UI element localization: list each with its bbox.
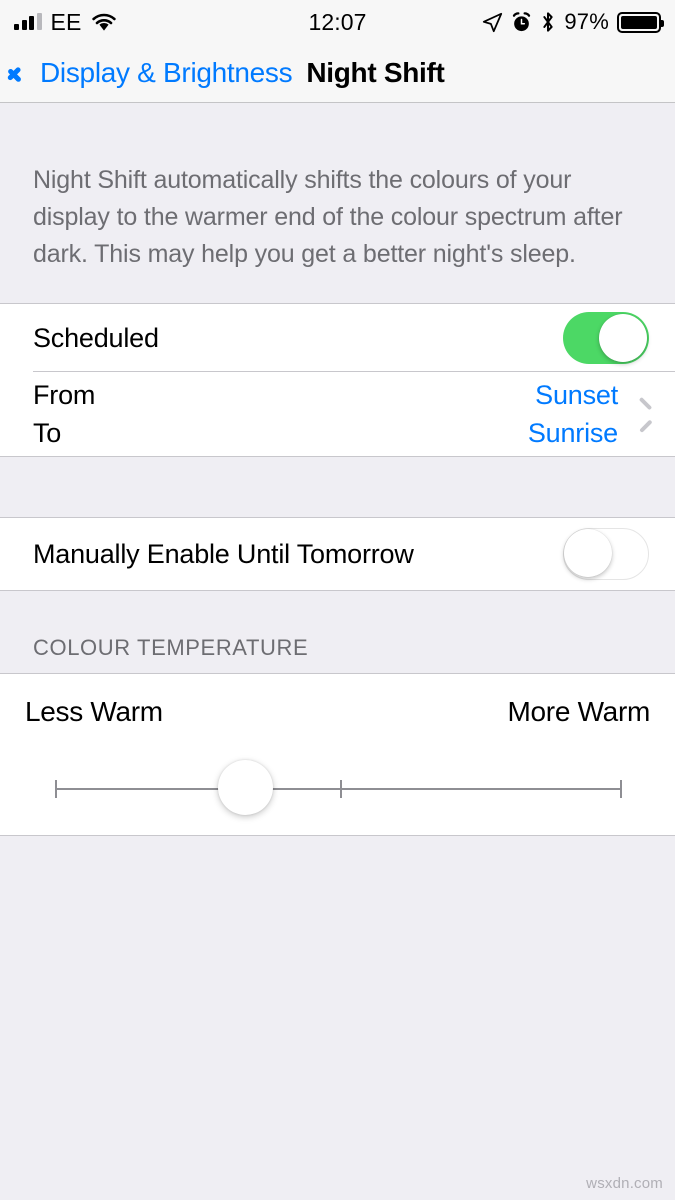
slider-tick-mid [340, 780, 343, 798]
status-bar-right: 97% [482, 9, 664, 35]
colour-temperature-header: COLOUR TEMPERATURE [0, 591, 675, 673]
from-value: Sunset [535, 380, 618, 410]
manual-enable-toggle-knob [564, 529, 612, 577]
to-value: Sunrise [527, 418, 618, 448]
scheduled-label: Scheduled [33, 322, 159, 353]
chevron-right-icon [640, 402, 653, 426]
schedule-section: Scheduled From To Sunset Sunrise [0, 303, 675, 457]
battery-icon [617, 11, 664, 33]
manual-enable-label: Manually Enable Until Tomorrow [33, 538, 414, 569]
navigation-bar: Display & Brightness Night Shift [0, 44, 675, 103]
night-shift-settings-page: EE 12:07 97% Display & Brightness Night … [0, 0, 675, 1200]
chevron-left-icon [18, 60, 33, 86]
alarm-clock-icon [513, 11, 531, 31]
status-bar: EE 12:07 97% [0, 0, 675, 44]
slider-labels: Less Warm More Warm [0, 696, 675, 728]
from-label: From [33, 380, 96, 410]
carrier-label: EE [50, 8, 82, 35]
to-label: To [33, 418, 62, 448]
schedule-times-row[interactable]: From To Sunset Sunrise [0, 372, 675, 456]
scheduled-row[interactable]: Scheduled [0, 304, 675, 372]
slider-min-label: Less Warm [25, 696, 163, 727]
back-button-label: Display & Brightness [40, 57, 293, 88]
manual-enable-row[interactable]: Manually Enable Until Tomorrow [0, 518, 675, 590]
watermark: wsxdn.com [586, 1175, 663, 1192]
status-bar-left: EE [14, 8, 117, 35]
schedule-times-labels: From To [33, 377, 95, 451]
slider-tick-min [55, 780, 57, 798]
bottom-spacer [0, 836, 675, 1200]
section-spacer [0, 457, 675, 517]
colour-temperature-section: Less Warm More Warm [0, 673, 675, 836]
scheduled-toggle[interactable] [563, 312, 649, 364]
description-text: Night Shift automatically shifts the col… [0, 150, 675, 303]
signal-icon [14, 13, 42, 30]
slider-tick-max [620, 780, 622, 798]
schedule-times-values: Sunset Sunrise [528, 377, 618, 451]
back-button[interactable]: Display & Brightness [18, 57, 293, 89]
slider-track [55, 788, 622, 790]
manual-enable-section: Manually Enable Until Tomorrow [0, 517, 675, 591]
colour-temperature-slider[interactable] [55, 760, 622, 826]
page-title: Night Shift [306, 57, 445, 88]
battery-percent-label: 97% [564, 9, 609, 34]
slider-thumb[interactable] [217, 760, 273, 815]
location-arrow-icon [483, 12, 503, 32]
top-spacer [0, 103, 675, 150]
slider-max-label: More Warm [507, 696, 651, 727]
scheduled-toggle-knob [599, 314, 647, 362]
wifi-icon [91, 13, 116, 31]
bluetooth-icon [543, 12, 554, 32]
manual-enable-toggle[interactable] [563, 528, 649, 580]
